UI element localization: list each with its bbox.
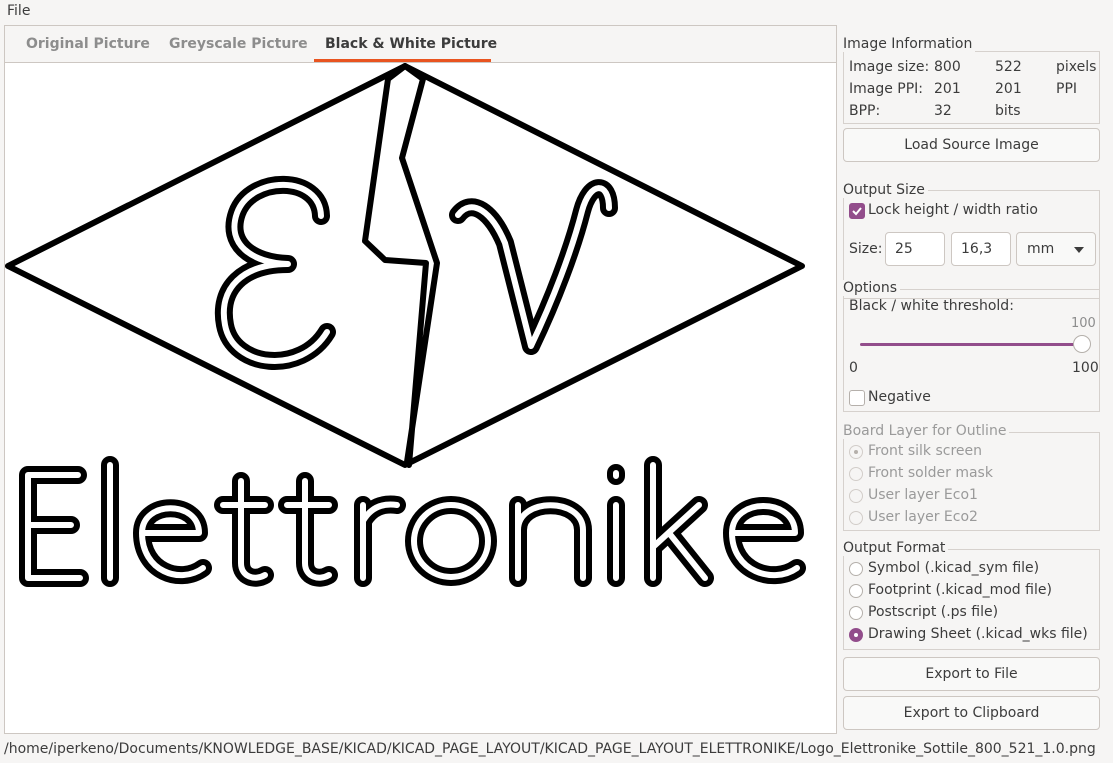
output-size-title: Output Size	[843, 182, 928, 198]
text-o-inner	[411, 502, 491, 580]
bpp-value: 32	[934, 103, 952, 119]
radio-symbol[interactable]	[849, 562, 863, 576]
threshold-max-label: 100	[1072, 360, 1099, 376]
checkmark-icon	[852, 207, 862, 216]
radio-postscript[interactable]	[849, 606, 863, 620]
image-ppi-x: 201	[934, 81, 961, 97]
threshold-min-label: 0	[849, 360, 858, 376]
picture-preview	[5, 63, 836, 733]
menu-file[interactable]: File	[7, 3, 30, 19]
tab-original-picture[interactable]: Original Picture	[26, 36, 150, 52]
chevron-down-icon	[1074, 247, 1084, 253]
footprint-format-label: Footprint (.kicad_mod file)	[868, 582, 1052, 598]
symbol-format-label: Symbol (.kicad_sym file)	[868, 560, 1040, 576]
radio-drawing-sheet[interactable]	[849, 628, 863, 642]
picture-tabs: Original Picture Greyscale Picture Black…	[4, 25, 837, 734]
front-solder-mask-label: Front solder mask	[868, 465, 993, 481]
settings-panel: Image Information Image size: 800 522 pi…	[838, 26, 1113, 734]
lock-ratio-label: Lock height / width ratio	[868, 202, 1038, 218]
radio-footprint[interactable]	[849, 584, 863, 598]
image-size-width: 800	[934, 59, 961, 75]
threshold-label: Black / white threshold:	[849, 298, 1014, 314]
radio-user-layer-eco2[interactable]	[849, 511, 863, 525]
export-to-file-button[interactable]: Export to File	[843, 657, 1100, 691]
threshold-slider-handle[interactable]	[1073, 335, 1091, 353]
image-ppi-unit: PPI	[1056, 81, 1078, 97]
tab-bar: Original Picture Greyscale Picture Black…	[5, 26, 836, 63]
status-bar-file-path: /home/iperkeno/Documents/KNOWLEDGE_BASE/…	[4, 741, 1096, 757]
bpp-label: BPP:	[849, 103, 881, 119]
logo-lightning-bolt	[362, 63, 440, 468]
output-width-input[interactable]: 25	[885, 232, 945, 266]
image-size-unit: pixels	[1056, 59, 1097, 75]
radio-front-solder-mask[interactable]	[849, 467, 863, 481]
negative-label: Negative	[868, 389, 931, 405]
radio-user-layer-eco1[interactable]	[849, 489, 863, 503]
menu-bar: File	[0, 0, 1113, 24]
user-layer-eco1-label: User layer Eco1	[868, 487, 978, 503]
logo-preview-image	[5, 63, 806, 587]
negative-checkbox[interactable]	[849, 390, 865, 406]
text-t1-inner	[220, 478, 268, 581]
output-format-title: Output Format	[843, 540, 949, 556]
logo-diamond-outline	[5, 63, 805, 468]
postscript-format-label: Postscript (.ps file)	[868, 604, 999, 620]
image-ppi-y: 201	[995, 81, 1022, 97]
user-layer-eco2-label: User layer Eco2	[868, 509, 978, 525]
export-to-clipboard-button[interactable]: Export to Clipboard	[843, 696, 1100, 730]
radio-front-silk-screen[interactable]	[849, 445, 863, 459]
lock-ratio-checkbox[interactable]	[849, 203, 865, 219]
image-ppi-label: Image PPI:	[849, 81, 924, 97]
load-source-image-button[interactable]: Load Source Image	[843, 128, 1100, 162]
unit-select-value: mm	[1027, 241, 1055, 257]
unit-select[interactable]: mm	[1016, 232, 1096, 266]
bpp-unit: bits	[995, 103, 1021, 119]
threshold-slider-track[interactable]	[860, 343, 1082, 346]
front-silk-screen-label: Front silk screen	[868, 443, 983, 459]
active-tab-indicator	[314, 59, 491, 62]
size-label: Size:	[849, 241, 883, 257]
output-height-input[interactable]: 16,3	[951, 232, 1011, 266]
image-information-title: Image Information	[843, 36, 976, 52]
drawing-sheet-format-label: Drawing Sheet (.kicad_wks file)	[868, 626, 1088, 642]
text-t2-inner	[284, 478, 332, 581]
image-size-label: Image size:	[849, 59, 930, 75]
image-size-height: 522	[995, 59, 1022, 75]
text-n-outer	[509, 496, 592, 587]
tab-greyscale-picture[interactable]: Greyscale Picture	[169, 36, 308, 52]
board-layer-title: Board Layer for Outline	[843, 423, 1010, 439]
threshold-value: 100	[1071, 316, 1096, 331]
tab-black-white-picture[interactable]: Black & White Picture	[325, 36, 497, 52]
options-title: Options	[843, 280, 901, 296]
